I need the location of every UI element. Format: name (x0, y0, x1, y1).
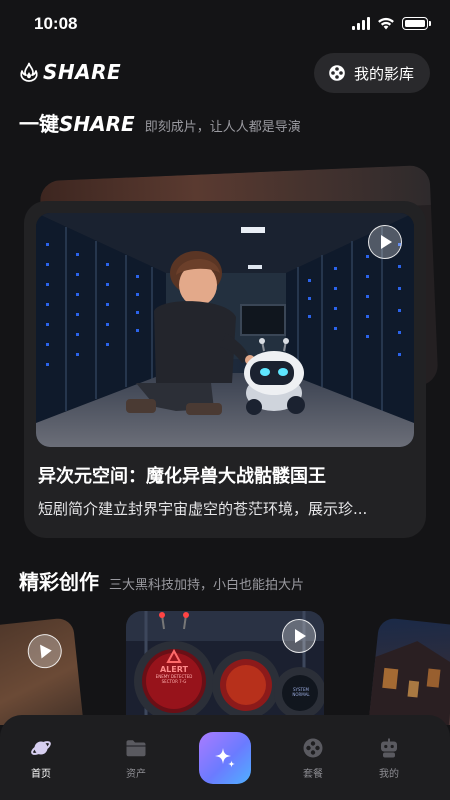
battery-icon (402, 17, 431, 30)
tab-home-label: 首页 (31, 769, 51, 780)
creation-card-right[interactable] (365, 617, 450, 725)
app-header: SHARE 我的影库 (0, 50, 450, 98)
status-time: 10:08 (34, 14, 78, 33)
featured-video-thumbnail[interactable] (36, 213, 414, 447)
creation-card-left[interactable] (0, 617, 87, 725)
featured-play-button[interactable] (368, 225, 402, 259)
wifi-icon (378, 17, 394, 30)
featured-description: 短剧简介建立封界宇宙虚空的苍茫环境，展示珍... (38, 500, 368, 518)
status-icons (352, 17, 431, 30)
alert-text-group: ALERT ENEMY DETECTED SECTOR 7-G (152, 665, 196, 684)
tab-assets-label: 资产 (126, 769, 146, 780)
cellular-signal-icon (352, 17, 370, 30)
tab-profile-label: 我的 (379, 769, 399, 780)
hero-section-heading: 一键SHARE 即刻成片，让人人都是导演 (19, 108, 301, 137)
folder-icon (126, 740, 146, 757)
alert-sub-2: SECTOR 7-G (161, 679, 187, 684)
tab-assets[interactable]: 资产 (106, 737, 166, 780)
package-icon (303, 738, 323, 758)
hero-section-subtitle: 即刻成片，让人人都是导演 (144, 120, 301, 135)
my-library-label: 我的影库 (353, 64, 414, 83)
sparkle-icon (215, 748, 235, 768)
app-logo: SHARE (19, 60, 121, 84)
creations-carousel[interactable]: ALERT ENEMY DETECTED SECTOR 7-G SYSTEM N… (0, 605, 450, 725)
planet-icon (31, 741, 51, 755)
system-text-group: SYSTEM NORMAL (286, 687, 316, 697)
featured-video-card[interactable]: 异次元空间：魔化异兽大战骷髅国王 短剧简介建立封界宇宙虚空的苍茫环境，展示珍..… (24, 201, 426, 538)
creation-card-center[interactable]: ALERT ENEMY DETECTED SECTOR 7-G SYSTEM N… (126, 611, 324, 725)
creations-section-subtitle: 三大黑科技加持，小白也能拍大片 (109, 578, 305, 593)
tab-package[interactable]: 套餐 (283, 737, 343, 780)
creations-section-heading: 精彩创作 三大黑科技加持，小白也能拍大片 (19, 566, 304, 595)
server-room-illustration (36, 213, 414, 447)
creation-center-play-button[interactable] (282, 619, 316, 653)
hero-title-brand: SHARE (59, 112, 135, 136)
hero-section-title: 一键SHARE (19, 108, 135, 137)
film-reel-icon (329, 65, 345, 81)
tab-package-label: 套餐 (303, 769, 323, 780)
system-text-2: NORMAL (292, 692, 310, 697)
hero-title-prefix: 一键 (19, 112, 59, 136)
tab-home[interactable]: 首页 (11, 737, 71, 780)
featured-title: 异次元空间：魔化异兽大战骷髅国王 (38, 466, 326, 487)
flame-logo-icon (20, 62, 38, 82)
create-button[interactable] (199, 732, 251, 784)
logo-text: SHARE (43, 60, 122, 84)
my-library-button[interactable]: 我的影库 (313, 53, 430, 93)
tab-profile[interactable]: 我的 (359, 737, 419, 780)
alert-text: ALERT (159, 665, 188, 674)
status-bar: 10:08 (0, 0, 450, 50)
bottom-tab-bar: 首页 资产 套餐 我的 (0, 715, 450, 800)
robot-icon (381, 738, 397, 758)
creation-left-play-button[interactable] (26, 632, 64, 670)
street-night-illustration (365, 641, 450, 725)
creations-section-title: 精彩创作 (19, 570, 99, 594)
